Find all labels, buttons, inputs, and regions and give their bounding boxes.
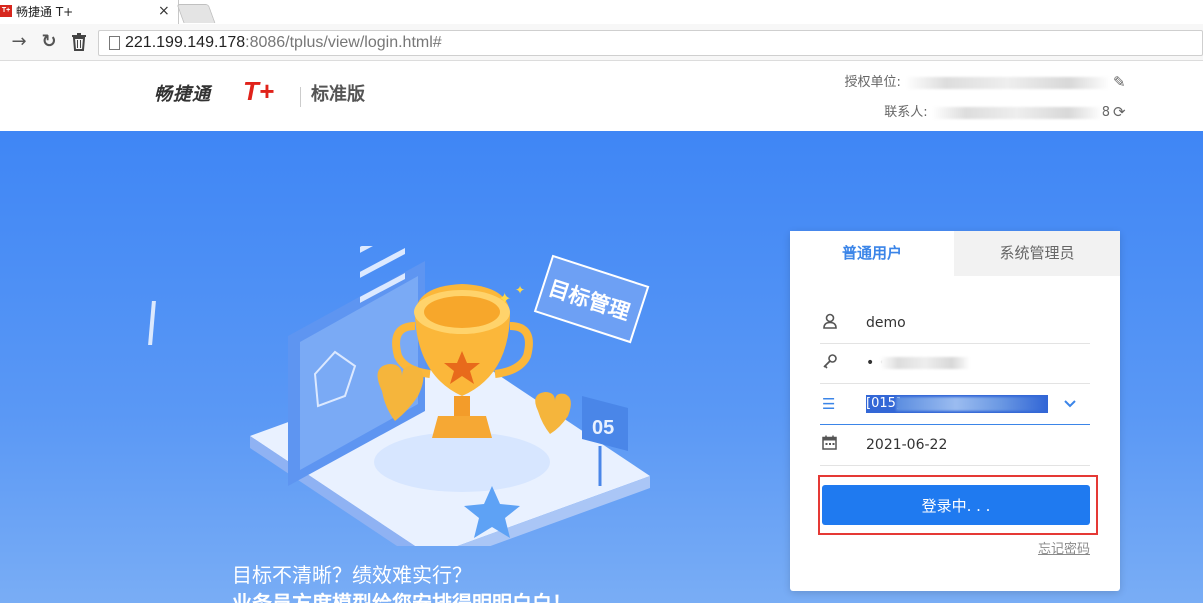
license-value-redacted <box>905 76 1110 89</box>
edition-label: 标准版 <box>311 84 365 105</box>
forgot-password-link[interactable]: 忘记密码 <box>1038 541 1090 559</box>
login-panel: 普通用户 系统管理员 demo • • ☰ [015] 2021-06-22 登… <box>790 231 1120 591</box>
brand-divider <box>300 87 301 107</box>
calendar-icon <box>822 435 842 455</box>
contact-value-redacted <box>931 106 1102 119</box>
tab-system-admin[interactable]: 系统管理员 <box>954 231 1120 276</box>
svg-text:✦: ✦ <box>498 289 511 308</box>
tab-title: 畅捷通 T+ <box>16 5 74 19</box>
trash-icon[interactable] <box>68 31 90 53</box>
user-icon <box>822 313 842 333</box>
browser-toolbar: → ↻ 221.199.149.178:8086/tplus/view/logi… <box>0 24 1203 61</box>
reload-icon[interactable]: ↻ <box>38 31 60 53</box>
app-header: 畅捷通 T+ 标准版 授权单位: ✎ 联系人: 8 ⟳ <box>0 61 1203 131</box>
brand-name: 畅捷通 <box>154 84 211 105</box>
password-field[interactable]: • • <box>820 343 1090 384</box>
pencil-icon[interactable]: ✎ <box>1113 73 1126 91</box>
decorative-mark <box>148 301 156 345</box>
chevron-down-icon[interactable] <box>1064 394 1076 414</box>
svg-text:✦: ✦ <box>515 283 525 297</box>
password-redacted <box>880 357 970 369</box>
login-button[interactable]: 登录中. . . <box>822 485 1090 525</box>
brand-logo-t: T+ <box>243 76 275 106</box>
flag-number: 05 <box>592 417 614 439</box>
license-label: 授权单位: <box>844 75 901 90</box>
slogan-line1: 目标不清晰？绩效难实行？ <box>232 563 472 587</box>
contact-tail: 8 <box>1101 105 1110 120</box>
arrow-right-icon[interactable]: → <box>8 31 30 53</box>
favicon-icon: T+ <box>0 5 12 17</box>
username-value[interactable]: demo <box>866 313 906 333</box>
contact-person: 联系人: 8 <box>884 103 1110 123</box>
browser-tab-strip: T+ 畅捷通 T+ × <box>0 0 1203 25</box>
account-value[interactable]: [015] <box>866 395 1048 413</box>
date-value[interactable]: 2021-06-22 <box>866 435 947 455</box>
username-field[interactable]: demo <box>820 303 1090 344</box>
browser-tab[interactable]: T+ 畅捷通 T+ × <box>0 0 179 24</box>
url-text[interactable]: 221.199.149.178:8086/tplus/view/login.ht… <box>125 33 442 53</box>
list-icon: ☰ <box>822 395 836 413</box>
contact-label: 联系人: <box>884 105 928 120</box>
tab-close-icon[interactable]: × <box>158 3 170 19</box>
slogan-line2: 业务员方度模型给您安排得明明白白！ <box>232 591 572 603</box>
trophy-illustration: ✦ ✦ 05 目标管理 <box>250 246 650 546</box>
account-select[interactable]: ☰ [015] <box>820 384 1090 425</box>
refresh-icon[interactable]: ⟳ <box>1113 103 1126 121</box>
address-bar[interactable]: 221.199.149.178:8086/tplus/view/login.ht… <box>98 30 1203 56</box>
key-icon <box>822 353 842 373</box>
license-unit: 授权单位: <box>844 73 1110 93</box>
tab-regular-user[interactable]: 普通用户 <box>790 231 954 276</box>
new-tab-button[interactable] <box>176 4 216 23</box>
page-icon <box>109 36 120 50</box>
date-field[interactable]: 2021-06-22 <box>820 425 1090 466</box>
